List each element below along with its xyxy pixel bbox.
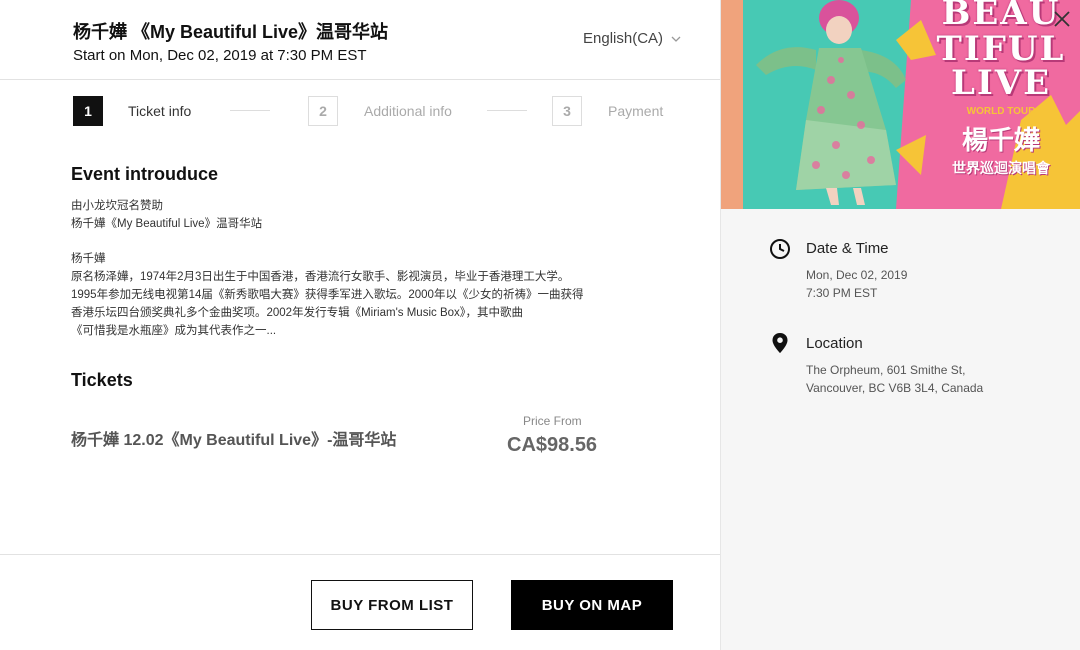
- intro-line: 由小龙坎冠名赞助: [71, 200, 163, 212]
- step-divider: [487, 110, 527, 111]
- step-1-number: 1: [73, 96, 103, 126]
- map-pin-icon: [772, 333, 788, 353]
- buy-from-list-button[interactable]: BUY FROM LIST: [311, 580, 473, 630]
- event-start-time: Start on Mon, Dec 02, 2019 at 7:30 PM ES…: [73, 47, 367, 64]
- event-intro-sponsor: 由小龙坎冠名赞助 杨千嬅《My Beautiful Live》温哥华站: [71, 197, 262, 233]
- event-intro-heading: Event introuduce: [71, 164, 219, 184]
- language-select[interactable]: English(CA): [583, 30, 681, 47]
- poster-word: LIVE: [950, 63, 1052, 103]
- chevron-down-icon: [671, 36, 681, 42]
- intro-line: 1995年参加无线电视第14届《新秀歌唱大赛》获得季军进入歌坛。2000年以《少…: [71, 289, 584, 301]
- location-heading: Location: [806, 335, 863, 352]
- ticket-price: CA$98.56: [507, 434, 598, 456]
- location-address[interactable]: The Orpheum, 601 Smithe St, Vancouver, B…: [806, 361, 983, 397]
- event-poster: BEAU TIFUL LIVE WORLD TOUR 楊千嬅 世界巡迴演唱會: [721, 0, 1080, 209]
- intro-line: 香港乐坛四台颁奖典礼多个金曲奖项。2002年发行专辑《Miriam's Musi…: [71, 307, 524, 319]
- step-1-label: Ticket info: [128, 103, 192, 119]
- date-time-value: Mon, Dec 02, 2019 7:30 PM EST: [806, 266, 907, 302]
- tickets-heading: Tickets: [71, 370, 133, 390]
- step-divider: [230, 110, 270, 111]
- intro-line: 《可惜我是水瓶座》成为其代表作之一...: [71, 325, 277, 337]
- intro-line: 原名杨泽嬅，1974年2月3日出生于中国香港，香港流行女歌手、影视演员，毕业于香…: [71, 271, 570, 283]
- step-3-number: 3: [552, 96, 582, 126]
- poster-subtitle: 世界巡迴演唱會: [952, 160, 1050, 176]
- progress-steps: 1 Ticket info 2 Additional info 3 Paymen…: [73, 96, 673, 126]
- address-line: The Orpheum, 601 Smithe St,: [806, 363, 966, 377]
- ticket-name[interactable]: 杨千嬅 12.02《My Beautiful Live》-温哥华站: [71, 426, 396, 450]
- date-time-heading: Date & Time: [806, 240, 889, 257]
- date-line: Mon, Dec 02, 2019: [806, 268, 908, 282]
- intro-line: 杨千嬅: [71, 253, 106, 265]
- price-from-label: Price From: [523, 414, 582, 428]
- step-3-label: Payment: [608, 103, 664, 119]
- event-details-panel: BEAU TIFUL LIVE WORLD TOUR 楊千嬅 世界巡迴演唱會 D…: [720, 0, 1080, 650]
- step-2-label: Additional info: [364, 103, 452, 119]
- event-header: 杨千嬅 《My Beautiful Live》温哥华站 Start on Mon…: [0, 0, 720, 80]
- poster-tour: WORLD TOUR: [966, 106, 1036, 117]
- event-intro-bio: 杨千嬅 原名杨泽嬅，1974年2月3日出生于中国香港，香港流行女歌手、影视演员，…: [71, 250, 583, 340]
- poster-word: TIFUL: [936, 29, 1066, 69]
- action-footer: BUY FROM LIST BUY ON MAP: [0, 554, 720, 650]
- checkout-panel: 杨千嬅 《My Beautiful Live》温哥华站 Start on Mon…: [0, 0, 720, 650]
- clock-icon: [770, 239, 790, 259]
- event-title: 杨千嬅 《My Beautiful Live》温哥华站: [73, 22, 389, 42]
- time-line: 7:30 PM EST: [806, 286, 878, 300]
- step-2-number: 2: [308, 96, 338, 126]
- address-line: Vancouver, BC V6B 3L4, Canada: [806, 381, 984, 395]
- language-label: English(CA): [583, 30, 664, 47]
- close-icon[interactable]: [1051, 8, 1073, 30]
- poster-artist: 楊千嬅: [961, 125, 1040, 155]
- poster-text: BEAU TIFUL LIVE WORLD TOUR 楊千嬅 世界巡迴演唱會: [926, 0, 1076, 209]
- buy-on-map-button[interactable]: BUY ON MAP: [511, 580, 673, 630]
- intro-line: 杨千嬅《My Beautiful Live》温哥华站: [71, 218, 263, 230]
